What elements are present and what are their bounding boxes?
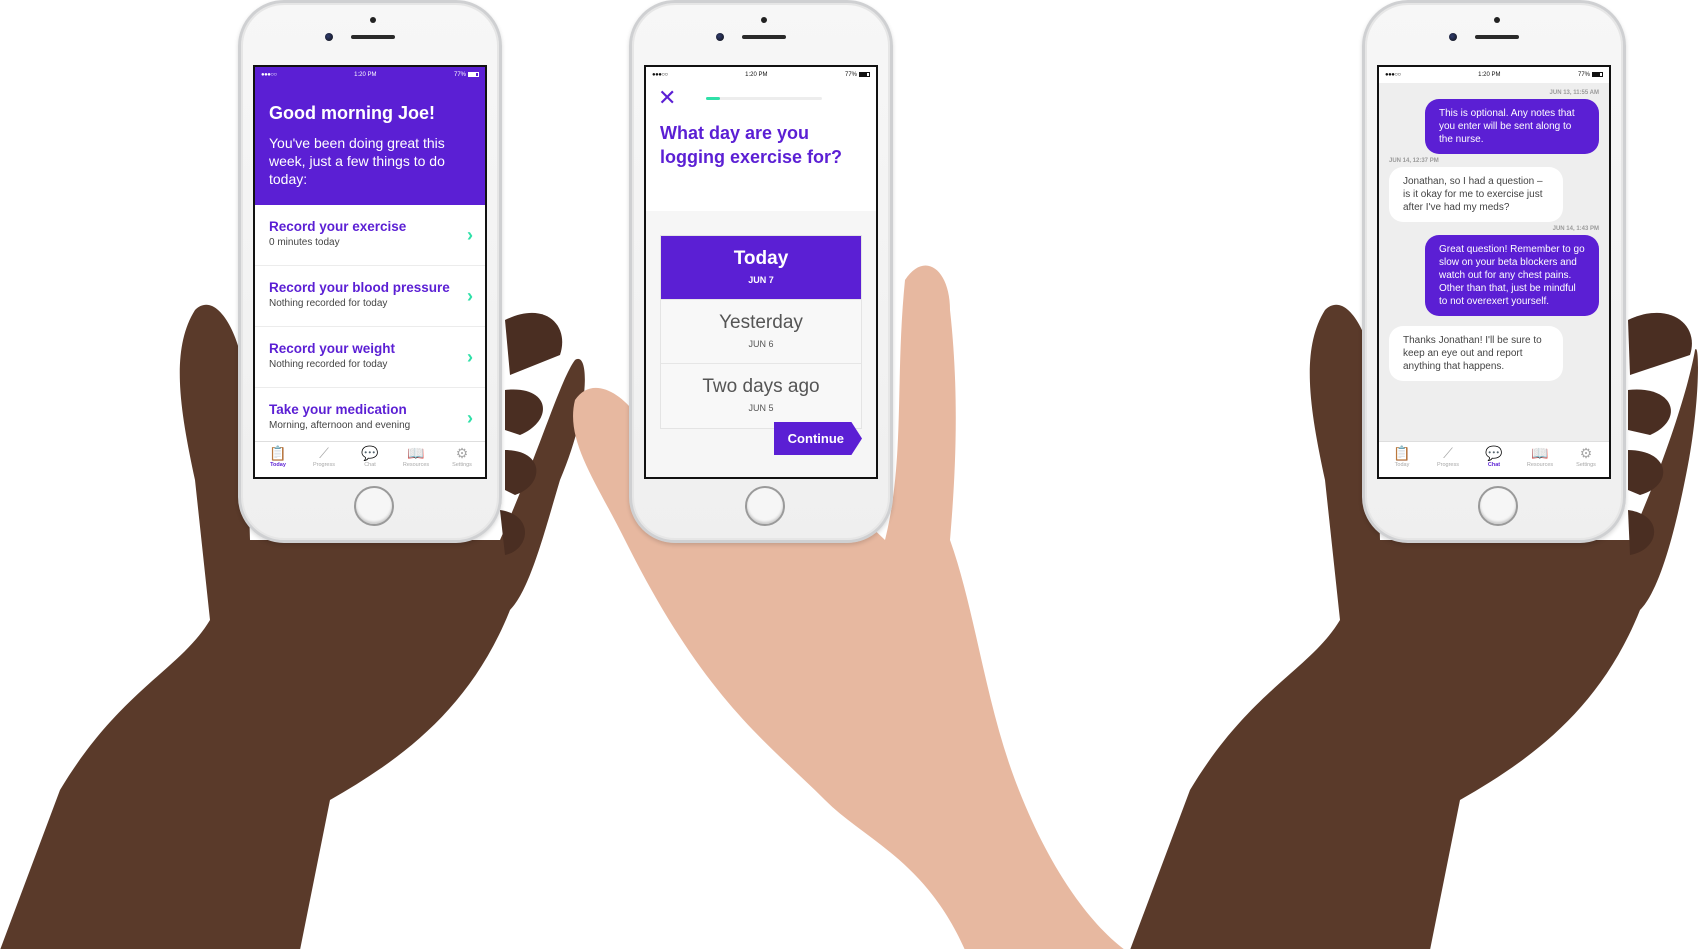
task-title: Record your exercise [269,219,407,234]
phone-chat: ●●●○○ 1:20 PM 77% JUN 13, 11:55 AM This … [1362,0,1626,543]
tab-bar: 📋 Today ⟋ Progress 💬 Chat 📖 Resources ⚙ Setti… [255,441,485,477]
chat-bubbles-icon: 💬 [1485,445,1503,461]
day-list: Today JUN 7 Yesterday JUN 6 Two days ago… [660,235,862,429]
tab-settings[interactable]: ⚙ Settings [1563,442,1609,477]
status-time: 1:20 PM [354,72,377,78]
earpiece-speaker [351,35,395,39]
proximity-sensor [761,17,767,23]
chevron-right-icon: › [467,347,473,367]
tab-chat[interactable]: 💬 Chat [347,442,393,477]
task-subtitle: Morning, afternoon and evening [269,420,411,431]
tab-resources[interactable]: 📖 Resources [1517,442,1563,477]
signal-icon: ●●●○○ [261,72,277,78]
question-title: What day are you logging exercise for? [660,123,843,167]
day-date: JUN 6 [748,339,774,349]
phone-log-exercise: ●●●○○ 1:20 PM 77% ✕ What day are you log… [629,0,893,543]
task-subtitle: Nothing recorded for today [269,298,388,309]
front-camera [716,33,724,41]
front-camera [1449,33,1457,41]
chat-bubbles-icon: 💬 [361,445,379,461]
signal-icon: ●●●○○ [652,72,668,78]
status-time: 1:20 PM [1478,72,1501,78]
task-title: Take your medication [269,402,407,417]
day-option-yesterday[interactable]: Yesterday JUN 6 [661,300,861,364]
task-item-exercise[interactable]: Record your exercise 0 minutes today › [255,205,485,266]
close-icon[interactable]: ✕ [658,87,676,109]
today-header: ●●●○○ 1:20 PM 77% Good morning Joe! You'… [255,67,485,205]
tab-resources[interactable]: 📖 Resources [393,442,439,477]
task-title: Record your weight [269,341,396,356]
phone-today: ●●●○○ 1:20 PM 77% Good morning Joe! You'… [238,0,502,543]
battery-indicator: 77% [454,71,479,78]
battery-indicator: 77% [845,71,870,78]
gear-icon: ⚙ [1579,445,1593,461]
signal-icon: ●●●○○ [1385,72,1401,78]
message-timestamp: JUN 14, 12:37 PM [1389,158,1439,164]
continue-button[interactable]: Continue [773,422,862,455]
message-outgoing: This is optional. Any notes that you ent… [1425,99,1599,154]
earpiece-speaker [1475,35,1519,39]
day-option-today[interactable]: Today JUN 7 [661,236,861,300]
clipboard-icon: 📋 [269,445,287,461]
greeting-title: Good morning Joe! [269,103,435,123]
tab-chat[interactable]: 💬 Chat [1471,442,1517,477]
proximity-sensor [1494,17,1500,23]
message-timestamp: JUN 13, 11:55 AM [1549,90,1599,96]
day-date: JUN 5 [748,403,774,413]
task-subtitle: 0 minutes today [269,237,340,248]
task-subtitle: Nothing recorded for today [269,359,388,370]
task-item-weight[interactable]: Record your weight Nothing recorded for … [255,327,485,388]
chart-line-icon: ⟋ [319,445,329,461]
message-incoming: Thanks Jonathan! I'll be sure to keep an… [1389,326,1563,381]
front-camera [325,33,333,41]
chevron-right-icon: › [467,408,473,428]
day-date: JUN 7 [748,275,774,285]
battery-icon [468,71,479,77]
battery-icon [859,71,870,77]
progress-bar [706,97,822,100]
day-label: Two days ago [702,376,820,397]
book-icon: 📖 [1531,445,1549,461]
status-time: 1:20 PM [745,72,768,78]
task-title: Record your blood pressure [269,280,450,295]
tab-today[interactable]: 📋 Today [1379,442,1425,477]
day-label: Yesterday [719,312,803,333]
message-outgoing: Great question! Remember to go slow on y… [1425,235,1599,316]
proximity-sensor [370,17,376,23]
book-icon: 📖 [407,445,425,461]
top-bar: ✕ [646,83,876,115]
clipboard-icon: 📋 [1393,445,1411,461]
tab-today[interactable]: 📋 Today [255,442,301,477]
chart-line-icon: ⟋ [1443,445,1453,461]
task-item-blood-pressure[interactable]: Record your blood pressure Nothing recor… [255,266,485,327]
progress-fill [706,97,720,100]
status-bar: ●●●○○ 1:20 PM 77% [255,67,485,83]
day-label: Today [733,248,789,269]
home-button[interactable] [745,486,785,526]
day-option-two-days-ago[interactable]: Two days ago JUN 5 [661,364,861,428]
tab-progress[interactable]: ⟋ Progress [1425,442,1471,477]
greeting-subtitle: You've been doing great this week, just … [269,135,445,187]
chevron-right-icon: › [467,286,473,306]
message-timestamp: JUN 14, 1:43 PM [1552,226,1599,232]
status-bar: ●●●○○ 1:20 PM 77% [1379,67,1609,83]
chat-thread[interactable]: JUN 13, 11:55 AM This is optional. Any n… [1379,83,1609,443]
earpiece-speaker [742,35,786,39]
battery-icon [1592,71,1603,77]
chevron-right-icon: › [467,225,473,245]
chat-screen: ●●●○○ 1:20 PM 77% JUN 13, 11:55 AM This … [1377,65,1611,479]
home-button[interactable] [1478,486,1518,526]
tab-settings[interactable]: ⚙ Settings [439,442,485,477]
tab-bar: 📋 Today ⟋ Progress 💬 Chat 📖 Resources ⚙ Setti… [1379,441,1609,477]
home-button[interactable] [354,486,394,526]
gear-icon: ⚙ [455,445,469,461]
status-bar: ●●●○○ 1:20 PM 77% [646,67,876,83]
tab-progress[interactable]: ⟋ Progress [301,442,347,477]
battery-indicator: 77% [1578,71,1603,78]
message-incoming: Jonathan, so I had a question – is it ok… [1389,167,1563,222]
today-screen: ●●●○○ 1:20 PM 77% Good morning Joe! You'… [253,65,487,479]
log-exercise-screen: ●●●○○ 1:20 PM 77% ✕ What day are you log… [644,65,878,479]
task-item-medication[interactable]: Take your medication Morning, afternoon … [255,388,485,449]
